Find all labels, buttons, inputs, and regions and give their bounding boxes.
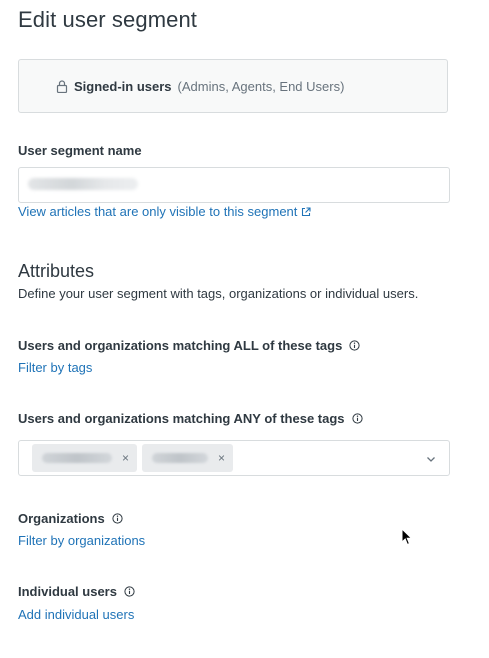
any-tags-multiselect[interactable]: × × bbox=[18, 440, 450, 476]
tag-chip: × bbox=[142, 444, 234, 472]
lock-icon bbox=[56, 79, 68, 93]
any-tags-label-text: Users and organizations matching ANY of … bbox=[18, 411, 345, 426]
segment-name: Signed-in users bbox=[74, 78, 172, 94]
info-icon[interactable] bbox=[351, 413, 363, 424]
page-title: Edit user segment bbox=[18, 7, 198, 32]
add-individual-users-link[interactable]: Add individual users bbox=[18, 607, 134, 622]
segment-roles: (Admins, Agents, End Users) bbox=[177, 78, 345, 94]
filter-by-tags-link[interactable]: Filter by tags bbox=[18, 360, 92, 375]
redacted-name-value bbox=[28, 178, 138, 190]
info-icon[interactable] bbox=[124, 586, 135, 597]
remove-tag-button[interactable]: × bbox=[218, 452, 225, 464]
individual-users-label-text: Individual users bbox=[18, 584, 117, 599]
individual-users-label: Individual users bbox=[18, 584, 135, 599]
tag-chip: × bbox=[32, 444, 138, 472]
any-tags-label: Users and organizations matching ANY of … bbox=[18, 411, 363, 426]
view-articles-link[interactable]: View articles that are only visible to t… bbox=[18, 204, 311, 219]
cursor-icon bbox=[401, 528, 413, 546]
filter-by-organizations-link[interactable]: Filter by organizations bbox=[18, 533, 145, 548]
segment-info-box: Signed-in users (Admins, Agents, End Use… bbox=[18, 59, 448, 113]
attributes-title: Attributes bbox=[18, 261, 95, 281]
attributes-description: Define your user segment with tags, orga… bbox=[18, 286, 419, 301]
info-icon[interactable] bbox=[349, 340, 360, 351]
organizations-label: Organizations bbox=[18, 511, 123, 526]
external-link-icon bbox=[301, 206, 311, 217]
organizations-label-text: Organizations bbox=[18, 511, 105, 526]
view-articles-link-label: View articles that are only visible to t… bbox=[18, 204, 298, 219]
chevron-down-icon[interactable] bbox=[425, 453, 437, 465]
redacted-tag-label bbox=[42, 453, 112, 463]
segment-name-label: User segment name bbox=[18, 143, 142, 158]
remove-tag-button[interactable]: × bbox=[122, 452, 129, 464]
redacted-tag-label bbox=[152, 453, 209, 463]
info-icon[interactable] bbox=[112, 513, 123, 524]
all-tags-label: Users and organizations matching ALL of … bbox=[18, 338, 360, 353]
all-tags-label-text: Users and organizations matching ALL of … bbox=[18, 338, 343, 353]
